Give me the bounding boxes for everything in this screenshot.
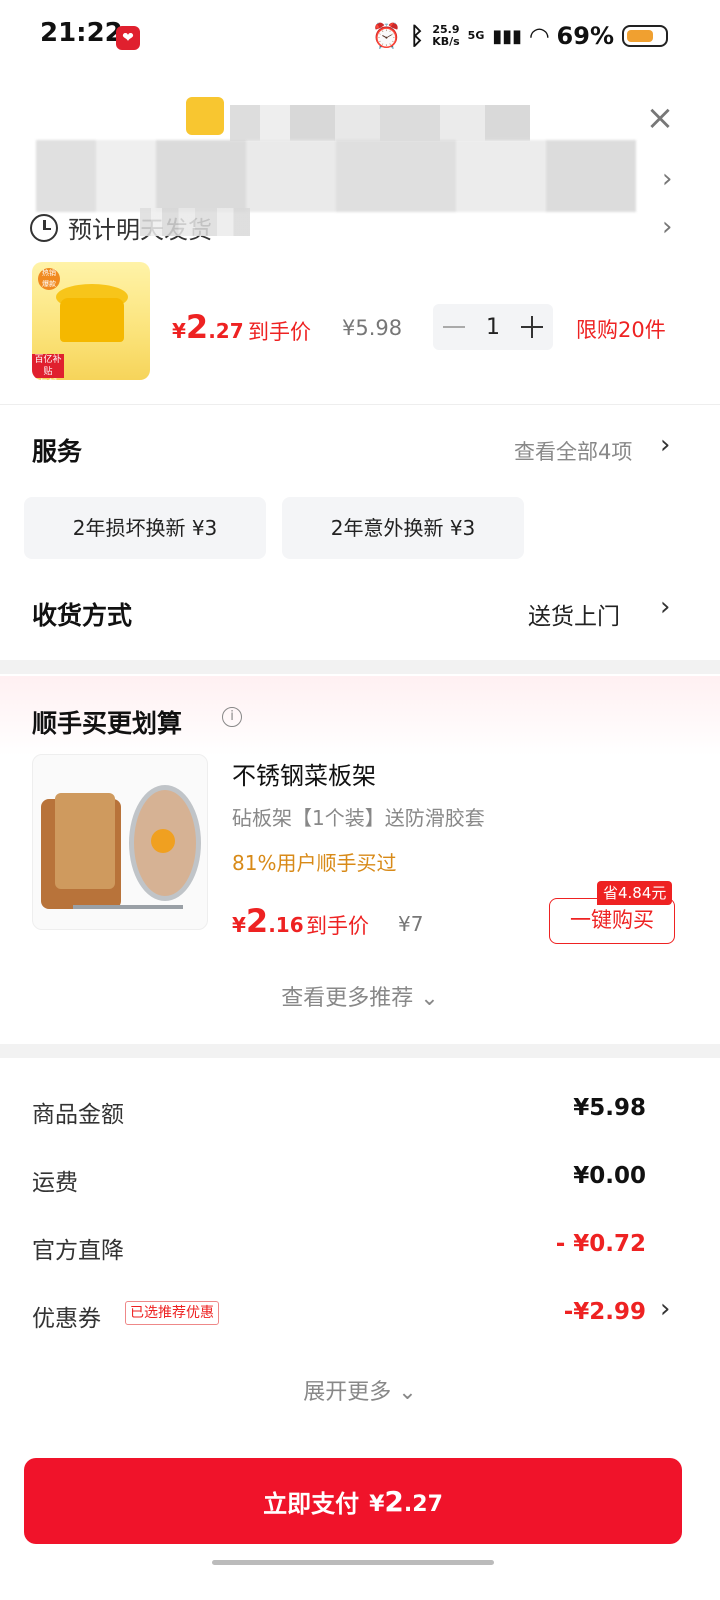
chevron-right-icon[interactable]: › [660, 592, 670, 622]
status-time: 21:22 [40, 18, 123, 48]
product-image[interactable]: 热销 爆款 百亿补贴 包邮 [32, 262, 150, 380]
bluetooth-icon: ᛒ [409, 22, 425, 50]
checkout-page: 21:22 ❤ ⏰ ᛒ 25.9 KB/s 5G ▮▮▮ ◠ 69% × › 预… [0, 0, 720, 1600]
status-bar: 21:22 ❤ ⏰ ᛒ 25.9 KB/s 5G ▮▮▮ ◠ 69% [0, 0, 720, 76]
service-chip[interactable]: 2年损坏换新 ¥3 [24, 497, 266, 559]
home-indicator[interactable] [212, 1560, 494, 1565]
product-price: ¥2.27 [172, 308, 244, 346]
blurred-address[interactable] [36, 140, 636, 212]
product-tag: 百亿补贴 包邮 [32, 354, 64, 380]
pay-label: 立即支付 [263, 1489, 360, 1518]
original-price: ¥5.98 [342, 316, 403, 340]
chevron-right-icon[interactable]: › [660, 430, 670, 460]
section-gap [0, 660, 720, 674]
battery-percent: 69% [556, 22, 614, 50]
alarm-icon: ⏰ [371, 22, 402, 50]
signal-icon: ▮▮▮ [492, 25, 523, 47]
recommend-product-image[interactable] [32, 754, 208, 930]
expand-more[interactable]: 展开更多 ⌄ [0, 1374, 720, 1406]
product-badge: 热销 爆款 [38, 268, 60, 290]
clock-icon [30, 213, 58, 242]
summary-label: 运费 [32, 1170, 78, 1196]
quantity-stepper: 1 [433, 304, 553, 350]
plus-button[interactable] [521, 316, 543, 338]
quantity-value[interactable]: 1 [486, 315, 500, 340]
chevron-right-icon[interactable]: › [662, 212, 672, 242]
summary-label: 优惠券 [32, 1306, 101, 1332]
service-chip[interactable]: 2年意外换新 ¥3 [282, 497, 524, 559]
recommend-price-label: 到手价 [306, 914, 369, 938]
summary-value: ¥0.00 [573, 1163, 646, 1189]
price-label: 到手价 [248, 320, 311, 344]
delivery-title: 收货方式 [32, 601, 133, 630]
minus-button[interactable] [443, 326, 465, 328]
info-icon[interactable]: i [222, 707, 242, 727]
blurred-overlay [140, 208, 250, 236]
blurred-store-info [230, 105, 530, 141]
store-logo-icon [186, 97, 224, 135]
recommend-product-name[interactable]: 不锈钢菜板架 [232, 756, 376, 791]
delivery-value[interactable]: 送货上门 [528, 597, 620, 631]
status-icons: ⏰ ᛒ 25.9 KB/s 5G ▮▮▮ ◠ 69% [372, 22, 668, 50]
section-gap [0, 1044, 720, 1058]
save-badge: 省4.84元 [597, 881, 673, 905]
network-type: 5G [467, 29, 485, 42]
recommend-product-desc: 砧板架【1个装】送防滑胶套 [232, 806, 485, 830]
chevron-right-icon[interactable]: › [662, 164, 672, 194]
recommend-original-price: ¥7 [398, 912, 424, 936]
close-icon[interactable]: × [640, 98, 680, 138]
battery-icon [622, 25, 668, 47]
recommend-title: 顺手买更划算 [32, 709, 183, 738]
pay-amount: ¥2.27 [369, 1484, 443, 1518]
summary-value: - ¥0.72 [555, 1231, 646, 1257]
summary-value: ¥5.98 [573, 1095, 646, 1121]
divider [0, 404, 720, 405]
summary-label: 商品金额 [32, 1102, 124, 1128]
app-notification-icon: ❤ [116, 26, 140, 50]
service-title: 服务 [32, 437, 83, 466]
coupon-value[interactable]: -¥2.99 [564, 1299, 646, 1325]
chevron-right-icon[interactable]: › [660, 1294, 670, 1324]
view-more-recommend[interactable]: 查看更多推荐 ⌄ [0, 980, 720, 1012]
purchase-limit: 限购20件 [576, 318, 666, 342]
wifi-icon: ◠ [530, 22, 549, 50]
recommend-user-stat: 81%用户顺手买过 [232, 851, 397, 875]
coupon-tag: 已选推荐优惠 [125, 1301, 219, 1325]
pay-now-button[interactable]: 立即支付 ¥2.27 [24, 1458, 682, 1544]
network-speed: 25.9 KB/s [432, 23, 460, 48]
service-view-all[interactable]: 查看全部4项 [514, 436, 632, 466]
recommend-price: ¥2.16 [232, 902, 304, 940]
summary-label: 官方直降 [32, 1238, 124, 1264]
